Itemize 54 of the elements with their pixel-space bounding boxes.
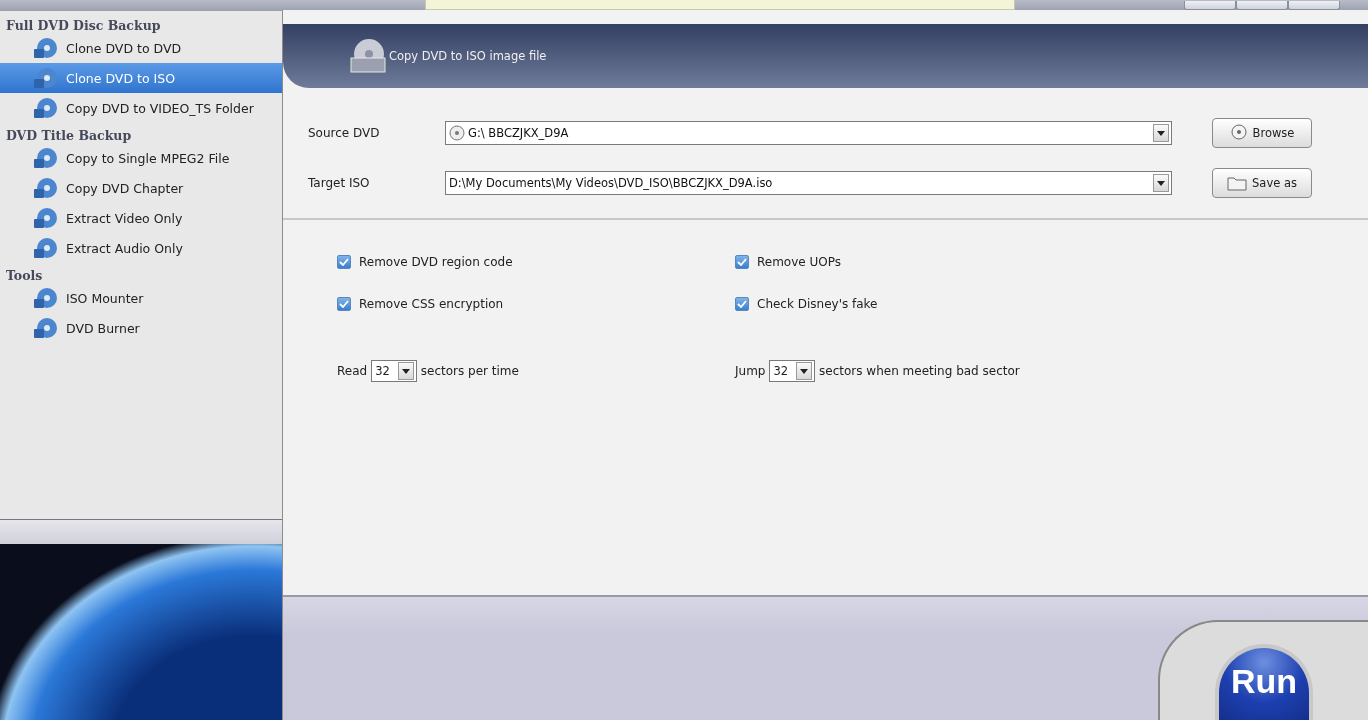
sidebar-item[interactable]: Copy DVD Chapter	[0, 173, 282, 203]
sidebar-item[interactable]: Clone DVD to DVD	[0, 33, 282, 63]
caret-icon	[1157, 130, 1165, 136]
disc-icon	[34, 317, 58, 339]
window-control-button[interactable]	[1184, 1, 1236, 10]
caret-icon	[401, 368, 410, 374]
check-icon	[737, 258, 747, 266]
field-label: Target ISO	[308, 176, 371, 190]
sector-count-dropdown[interactable]: 32	[371, 360, 417, 382]
header-title: Copy DVD to ISO image file	[389, 49, 547, 63]
sector-label: Read	[337, 364, 368, 378]
disc-icon	[34, 97, 58, 119]
path-combo-box[interactable]: G:\ BBCZJKX_D9A	[445, 121, 1172, 145]
path-combo-box[interactable]: D:\My Documents\My Videos\DVD_ISO\BBCZJKX_D9A.iso	[445, 171, 1172, 195]
disc-icon	[449, 125, 465, 141]
caret-icon	[1157, 180, 1165, 186]
check-icon	[339, 258, 349, 266]
sidebar-item[interactable]: Clone DVD to ISO	[0, 63, 282, 93]
sector-label: Jump	[735, 364, 766, 378]
option-checkbox[interactable]: Remove CSS encryption	[337, 294, 735, 314]
sector-label: sectors per time	[420, 364, 519, 378]
field-label: Source DVD	[308, 126, 381, 140]
option-checkbox[interactable]: Remove UOPs	[735, 252, 1368, 272]
sidebar-item[interactable]: Extract Video Only	[0, 203, 282, 233]
option-checkbox[interactable]: Remove DVD region code	[337, 252, 735, 272]
sidebar-group-title: Tools	[5, 267, 44, 283]
option-checkbox[interactable]: Check Disney's fake	[735, 294, 1368, 314]
sidebar-group-title: DVD Title Backup	[5, 127, 133, 143]
disc-icon	[34, 207, 58, 229]
run-button[interactable]: Run	[1215, 644, 1313, 720]
sidebar-item[interactable]: Extract Audio Only	[0, 233, 282, 263]
save-as-button[interactable]: Save as	[1212, 168, 1312, 198]
window-control-button[interactable]	[1288, 1, 1340, 10]
sidebar-item[interactable]: Copy DVD to VIDEO_TS Folder	[0, 93, 282, 123]
sidebar-item[interactable]: ISO Mounter	[0, 283, 282, 313]
iso-disc-icon	[349, 38, 389, 74]
disc-icon	[34, 147, 58, 169]
sidebar-item[interactable]: DVD Burner	[0, 313, 282, 343]
sector-label: sectors when meeting bad sector	[819, 364, 1020, 378]
caret-icon	[800, 368, 809, 374]
sidebar-item[interactable]: Copy to Single MPEG2 File	[0, 143, 282, 173]
disc-icon	[34, 37, 58, 59]
check-icon	[737, 300, 747, 308]
sidebar-group-title: Full DVD Disc Backup	[5, 17, 162, 33]
sector-count-dropdown[interactable]: 32	[769, 360, 816, 382]
disc-icon	[34, 67, 58, 89]
window-control-button[interactable]	[1236, 1, 1288, 10]
folder-icon	[1227, 175, 1248, 191]
disc-icon	[34, 177, 58, 199]
browse-button[interactable]: Browse	[1212, 118, 1312, 148]
check-icon	[339, 300, 349, 308]
disc-icon	[34, 287, 58, 309]
disc-icon	[1229, 124, 1248, 142]
disc-icon	[34, 237, 58, 259]
